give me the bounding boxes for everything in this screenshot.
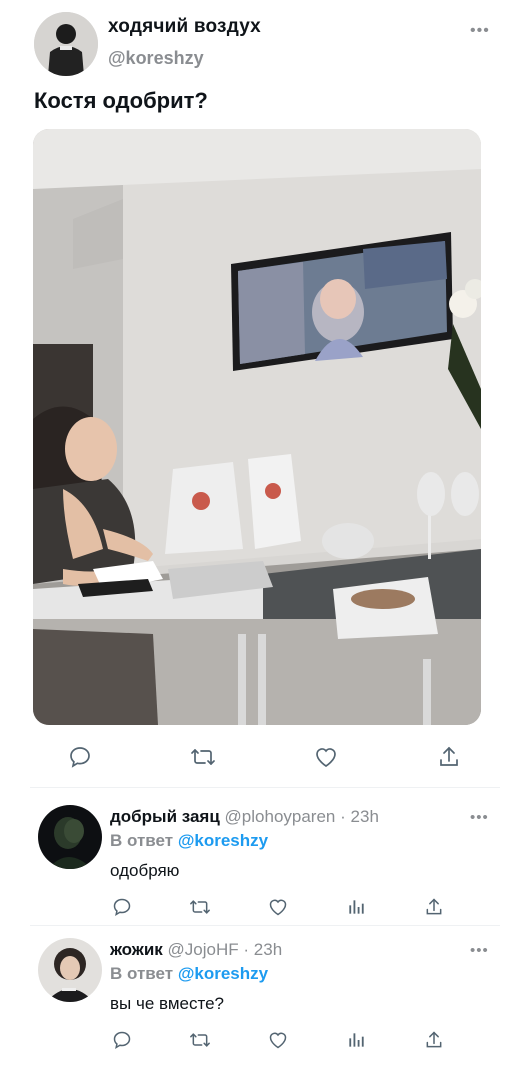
- share-icon[interactable]: [420, 1026, 448, 1054]
- tweet-photo[interactable]: [33, 129, 481, 725]
- replying-to-mention[interactable]: @koreshzy: [178, 831, 268, 850]
- reply-timestamp[interactable]: 23h: [351, 807, 379, 826]
- like-icon[interactable]: [264, 893, 292, 921]
- author-avatar[interactable]: [34, 12, 98, 76]
- reply-icon[interactable]: [108, 893, 136, 921]
- like-icon[interactable]: [309, 740, 343, 774]
- analytics-icon[interactable]: [342, 1026, 370, 1054]
- tweet-text: Костя одобрит?: [34, 88, 208, 113]
- replying-to: В ответ @koreshzy: [110, 964, 268, 984]
- reply-icon[interactable]: [63, 740, 97, 774]
- analytics-icon[interactable]: [342, 893, 370, 921]
- share-icon[interactable]: [420, 893, 448, 921]
- reply-avatar[interactable]: [38, 805, 102, 869]
- separator: ·: [340, 807, 346, 826]
- separator: ·: [243, 940, 250, 959]
- replying-to: В ответ @koreshzy: [110, 831, 268, 851]
- reply-timestamp[interactable]: 23h: [254, 940, 282, 959]
- ellipsis-icon[interactable]: •••: [470, 22, 490, 40]
- tweet-actions: [0, 740, 516, 780]
- reply-icon[interactable]: [108, 1026, 136, 1054]
- replying-to-mention[interactable]: @koreshzy: [178, 964, 268, 983]
- replying-to-prefix: В ответ: [110, 964, 174, 983]
- reply-text: вы че вместе?: [110, 994, 224, 1013]
- reply-author-name[interactable]: жожик: [110, 940, 163, 959]
- divider: [30, 925, 500, 926]
- reply-author-handle[interactable]: @plohoyparen: [225, 807, 336, 826]
- reply-author-handle[interactable]: @JojoHF: [168, 940, 239, 959]
- retweet-icon[interactable]: [186, 1026, 214, 1054]
- author-handle[interactable]: @koreshzy: [108, 48, 204, 69]
- reply-avatar[interactable]: [38, 938, 102, 1002]
- author-name[interactable]: ходячий воздух: [108, 16, 261, 38]
- retweet-icon[interactable]: [186, 740, 220, 774]
- retweet-icon[interactable]: [186, 893, 214, 921]
- ellipsis-icon[interactable]: •••: [470, 809, 489, 826]
- reply-author-name[interactable]: добрый заяц: [110, 807, 220, 826]
- replying-to-prefix: В ответ: [110, 831, 174, 850]
- like-icon[interactable]: [264, 1026, 292, 1054]
- reply-text: одобряю: [110, 861, 180, 880]
- ellipsis-icon[interactable]: •••: [470, 942, 489, 959]
- divider: [30, 787, 500, 788]
- share-icon[interactable]: [432, 740, 466, 774]
